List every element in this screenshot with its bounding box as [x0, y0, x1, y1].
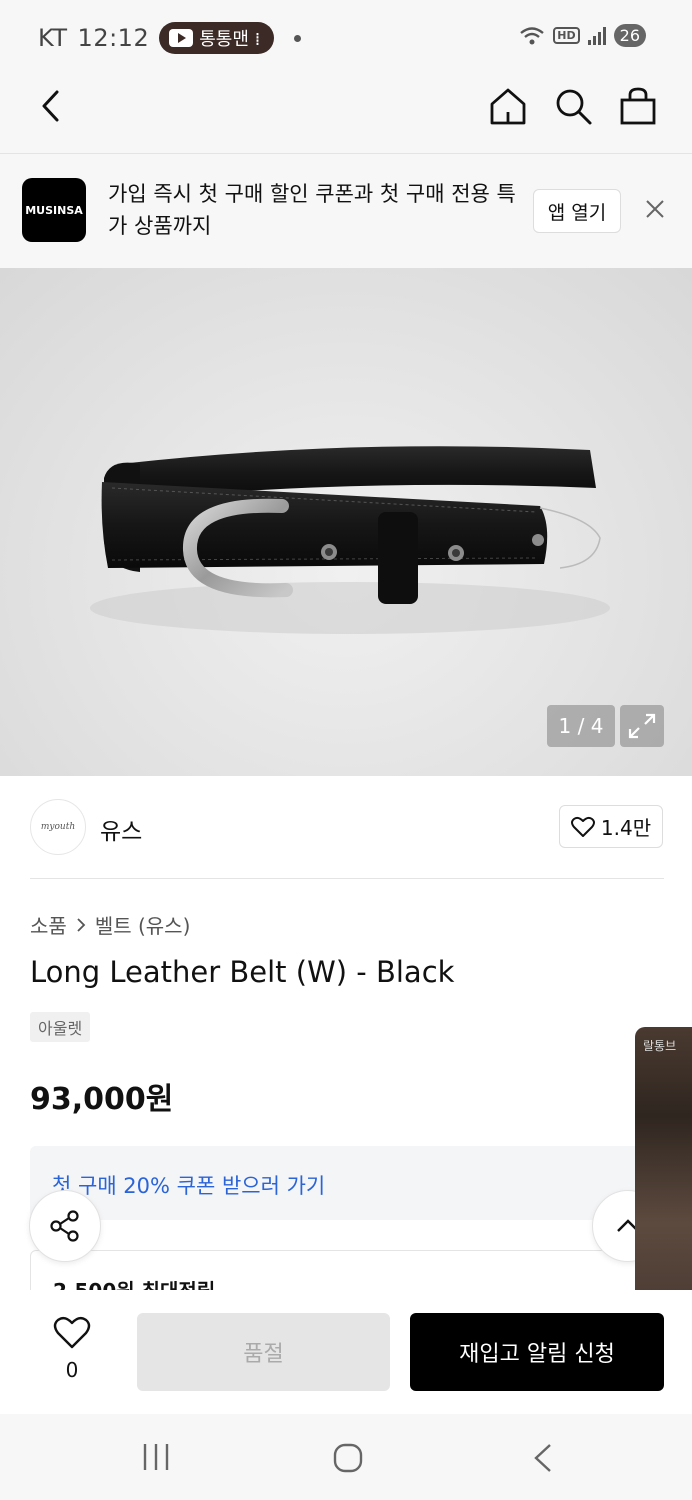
product-price: 93,000원 — [30, 1082, 174, 1117]
restock-alert-button[interactable]: 재입고 알림 신청 — [410, 1313, 664, 1391]
status-right: HD 26 — [519, 24, 646, 47]
heart-outline-icon — [53, 1316, 91, 1349]
home-icon[interactable] — [488, 86, 528, 126]
back-arrow-icon[interactable] — [32, 86, 72, 126]
expand-icon — [628, 713, 656, 739]
breadcrumb-category[interactable]: 소품 — [30, 910, 67, 939]
divider — [30, 878, 664, 879]
share-icon — [50, 1210, 79, 1242]
close-banner-icon[interactable] — [644, 198, 666, 220]
belt-image — [90, 446, 610, 634]
status-left: KT 12:12 통통맨 ⁞ — [38, 22, 302, 54]
product-image[interactable] — [0, 268, 692, 776]
coupon-text: 첫 구매 20% 쿠폰 받으러 가기 — [52, 1174, 326, 1198]
youtube-icon — [169, 29, 194, 47]
youtube-notification-pill[interactable]: 통통맨 ⁞ — [159, 22, 275, 54]
wishlist-count: 0 — [65, 1358, 79, 1382]
points-text: 2,500원 최대적립 — [53, 1275, 215, 1290]
carrier: KT — [38, 24, 68, 52]
open-app-button[interactable]: 앱 열기 — [533, 189, 621, 233]
brand-like-button[interactable]: 1.4만 — [559, 805, 663, 848]
brand-like-count: 1.4만 — [600, 816, 652, 840]
chevron-right-icon — [77, 917, 86, 932]
status-bar: KT 12:12 통통맨 ⁞ HD 26 — [0, 0, 692, 76]
back-nav-icon[interactable] — [530, 1442, 556, 1474]
breadcrumb-subcategory[interactable]: 벨트 (유스) — [95, 910, 191, 939]
signal-icon — [587, 26, 606, 45]
notification-dot-icon — [294, 34, 302, 42]
banner-text: 가입 즉시 첫 구매 할인 쿠폰과 첫 구매 전용 특가 상품까지 — [108, 182, 516, 238]
coupon-banner[interactable]: 첫 구매 20% 쿠폰 받으러 가기 › — [30, 1146, 692, 1220]
clock: 12:12 — [77, 24, 150, 52]
battery-indicator: 26 — [613, 24, 646, 47]
top-nav — [0, 76, 692, 154]
outlet-tag: 아울렛 — [30, 1012, 91, 1042]
expand-image-button[interactable] — [620, 705, 664, 747]
shopping-bag-icon[interactable] — [618, 86, 658, 126]
breadcrumb: 소품 벨트 (유스) — [30, 910, 190, 939]
video-overlay-text: 랄통브 — [643, 1039, 677, 1053]
brand-logo[interactable]: myouth — [30, 799, 86, 855]
points-box: 2,500원 최대적립 — [30, 1250, 664, 1290]
youtube-pill-text: 통통맨 ⁞ — [199, 29, 261, 50]
recent-apps-icon[interactable] — [140, 1442, 172, 1472]
app-install-banner: MUSINSA 가입 즉시 첫 구매 할인 쿠폰과 첫 구매 전용 특가 상품까… — [0, 154, 692, 268]
hd-voice-icon: HD — [553, 27, 580, 44]
wishlist-button[interactable] — [50, 1316, 94, 1354]
musinsa-logo: MUSINSA — [22, 178, 86, 242]
image-counter: 1 / 4 — [547, 705, 615, 747]
soldout-button: 품절 — [137, 1313, 390, 1391]
home-nav-icon[interactable] — [332, 1442, 364, 1474]
share-button[interactable] — [29, 1190, 101, 1262]
brand-name[interactable]: 유스 — [100, 812, 142, 846]
system-nav-bar — [0, 1414, 692, 1500]
product-title: Long Leather Belt (W) - Black — [30, 955, 455, 989]
heart-outline-icon — [570, 816, 595, 837]
search-icon[interactable] — [553, 86, 593, 126]
wifi-icon — [520, 26, 545, 44]
